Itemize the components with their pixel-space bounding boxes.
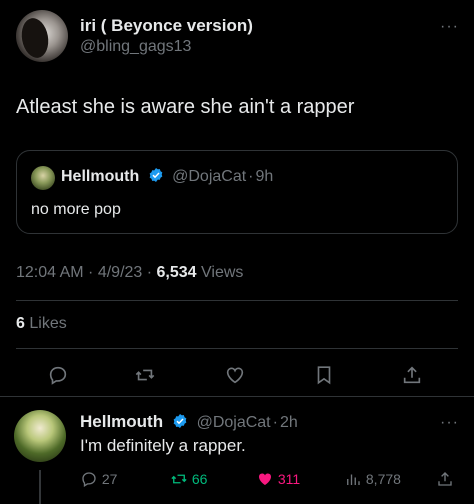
- quote-author-avatar: [31, 166, 55, 190]
- divider: [0, 396, 474, 397]
- author-avatar[interactable]: [16, 10, 68, 62]
- post-text: Atleast she is aware she ain't a rapper: [16, 96, 355, 118]
- reply-author-avatar[interactable]: [14, 410, 66, 462]
- reply-count: 27: [101, 471, 118, 487]
- likes-count: 6: [16, 315, 25, 332]
- reply-retweet-action[interactable]: 66: [170, 470, 207, 488]
- bookmark-icon[interactable]: [313, 364, 335, 386]
- verified-badge-icon: [173, 414, 187, 428]
- reply-icon[interactable]: [47, 364, 69, 386]
- quote-time: 9h: [255, 168, 274, 185]
- author-name[interactable]: iri ( Beyonce version): [80, 16, 253, 36]
- more-options-icon[interactable]: ···: [440, 18, 459, 36]
- thread-line: [39, 470, 41, 504]
- quote-text: no more pop: [31, 201, 121, 218]
- views-chart-icon: [347, 474, 360, 485]
- verified-badge-icon: [149, 168, 163, 182]
- like-count: 311: [277, 471, 301, 487]
- reply-views-action[interactable]: 8,778: [344, 470, 401, 488]
- quote-author-line: Hellmouth @DojaCat · 9h: [61, 168, 274, 185]
- reply-text: I'm definitely a rapper.: [80, 436, 246, 455]
- reply-author-handle[interactable]: @DojaCat: [197, 414, 271, 431]
- quote-author-handle: @DojaCat: [172, 168, 247, 185]
- like-icon[interactable]: [224, 364, 246, 386]
- reply-share-action[interactable]: [436, 470, 454, 488]
- post-meta: 12:04 AM · 4/9/23 · 6,534 Views: [16, 264, 243, 282]
- quote-author-name: Hellmouth: [61, 168, 140, 185]
- author-handle[interactable]: @bling_gags13: [80, 38, 191, 56]
- quoted-post[interactable]: Hellmouth @DojaCat · 9h no more pop: [16, 150, 458, 234]
- reply-more-options-icon[interactable]: ···: [440, 414, 459, 432]
- retweet-icon[interactable]: [134, 364, 156, 386]
- views-count: 6,534: [156, 264, 197, 281]
- heart-filled-icon: [259, 473, 271, 485]
- reply-author-line: Hellmouth @DojaCat · 2h: [80, 412, 298, 431]
- reply-icon: [82, 472, 96, 487]
- retweet-icon: [171, 474, 187, 484]
- reply-like-action[interactable]: 311: [256, 470, 300, 488]
- likes-label: Likes: [29, 315, 67, 332]
- reply-reply-action[interactable]: 27: [80, 470, 117, 488]
- post-timestamp[interactable]: 12:04 AM · 4/9/23 ·: [16, 264, 152, 281]
- divider: [16, 348, 458, 349]
- views-count: 8,778: [365, 471, 401, 487]
- likes-summary[interactable]: 6 Likes: [16, 315, 67, 333]
- reply-author-name[interactable]: Hellmouth: [80, 412, 163, 431]
- reply-time: 2h: [279, 414, 298, 431]
- share-icon[interactable]: [401, 364, 423, 386]
- retweet-count: 66: [191, 471, 208, 487]
- share-icon: [438, 472, 452, 486]
- divider: [16, 300, 458, 301]
- views-label: Views: [201, 264, 244, 281]
